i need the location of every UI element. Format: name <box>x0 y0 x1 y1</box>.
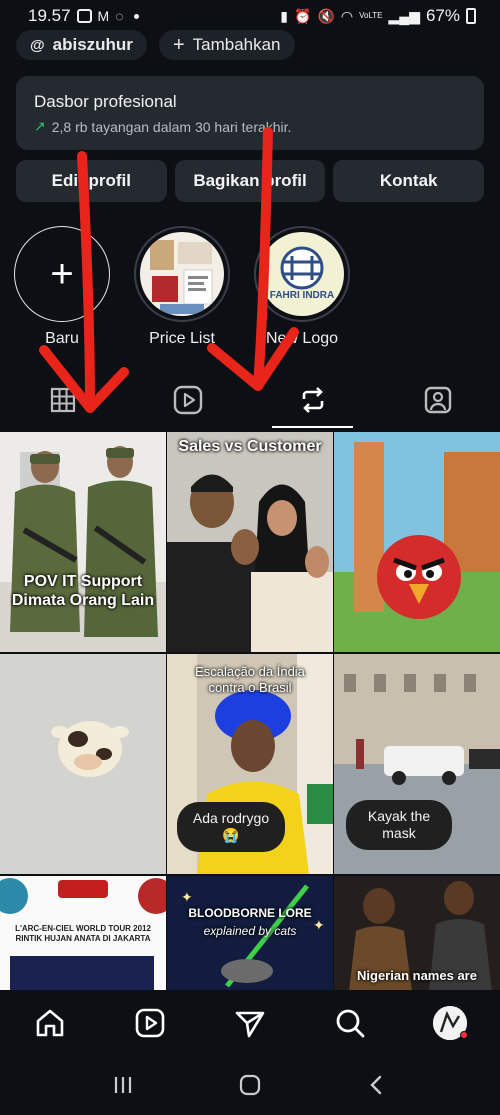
system-navigation <box>0 1054 500 1115</box>
tab-grid[interactable] <box>0 372 125 428</box>
wifi-icon: ◠ <box>340 7 354 24</box>
plus-icon: + <box>50 252 74 296</box>
new-logo-thumbnail: FAHRI INDRA <box>260 232 344 316</box>
highlight-ring <box>134 226 230 322</box>
plus-icon: + <box>172 33 185 56</box>
contact-button[interactable]: Kontak <box>333 160 485 202</box>
post-reply-bubble: Ada rodrygo 😭 <box>177 802 285 852</box>
dashboard-subtitle-row: ↗ 2,8 rb tayangan dalam 30 hari terakhir… <box>34 118 466 135</box>
bottom-nav <box>0 992 500 1054</box>
more-notifications-icon <box>133 13 139 19</box>
highlight-price-list[interactable]: Price List <box>134 226 230 348</box>
volte-label: VoLTE <box>359 11 383 20</box>
post-reply-bubble: Kayak the mask <box>346 800 452 850</box>
post-thumbnail[interactable]: Escalação da Índia contra o Brasil Ada r… <box>167 654 333 874</box>
dashboard-subtitle: 2,8 rb tayangan dalam 30 hari terakhir. <box>51 118 292 135</box>
tab-tagged[interactable] <box>375 372 500 428</box>
gallery-icon <box>76 9 92 23</box>
post-thumbnail[interactable]: POV IT Support Dimata Orang Lain <box>0 432 166 652</box>
status-time: 19.57 <box>28 6 71 25</box>
highlight-new[interactable]: + Baru <box>14 226 110 348</box>
battery-icon <box>466 8 476 24</box>
post-caption: Escalação da Índia contra o Brasil <box>195 664 305 695</box>
home-icon <box>36 1009 64 1037</box>
post-thumbnail[interactable]: Sales vs Customer <box>167 432 333 652</box>
nav-search[interactable] <box>330 1003 370 1043</box>
nav-messages[interactable] <box>230 1003 270 1043</box>
add-link-label: Tambahkan <box>192 35 281 54</box>
post-caption: POV IT Support Dimata Orang Lain <box>11 573 155 610</box>
signal-icon: ▂▄▆ <box>388 7 420 24</box>
post-thumbnail[interactable]: ✦ ✦ BLOODBORNE LORE explained by cats <box>167 876 333 990</box>
reels-icon <box>173 385 202 415</box>
highlight-ring: FAHRI INDRA <box>254 226 350 322</box>
highlight-new-logo[interactable]: FAHRI INDRA New Logo <box>254 226 350 348</box>
alarm-icon: ⏰ <box>294 7 312 24</box>
svg-text:✦: ✦ <box>181 889 193 905</box>
highlight-label: Price List <box>149 330 215 347</box>
back-icon[interactable] <box>365 1073 389 1097</box>
post-thumbnail[interactable]: L'ARC-EN-CIEL WORLD TOUR 2012 RINTIK HUJ… <box>0 876 166 990</box>
nav-profile[interactable] <box>430 1003 470 1043</box>
highlight-label: Baru <box>45 330 79 347</box>
username-label: abiszuhur <box>52 35 133 54</box>
recent-apps-icon[interactable] <box>111 1073 135 1097</box>
battery-saver-icon: ▮ <box>280 7 288 24</box>
search-icon <box>336 1009 365 1038</box>
tab-reels[interactable] <box>125 372 250 428</box>
post-thumbnail[interactable]: Kayak the mask <box>334 654 500 874</box>
profile-chips: @ abiszuhur + Tambahkan <box>16 30 295 60</box>
reposts-grid: POV IT Support Dimata Orang Lain Sales v… <box>0 432 500 990</box>
gmail-icon: M <box>97 8 110 24</box>
notification-dot <box>460 1031 468 1039</box>
add-link-chip[interactable]: + Tambahkan <box>158 30 295 60</box>
logo-text: FAHRI INDRA <box>269 290 335 301</box>
home-button-icon[interactable] <box>237 1072 263 1098</box>
status-bar: 19.57 M ◌ ▮ ⏰ 🔇 ◠ VoLTE ▂▄▆ 67% <box>0 0 500 32</box>
professional-dashboard[interactable]: Dasbor profesional ↗ 2,8 rb tayangan dal… <box>16 76 484 150</box>
highlight-label: New Logo <box>265 330 339 347</box>
story-highlights: + Baru Price List FAHRI INDRA New Logo <box>14 226 350 348</box>
post-thumbnail[interactable] <box>334 432 500 652</box>
whatsapp-icon: ◌ <box>115 8 124 24</box>
reels-icon <box>135 1008 165 1038</box>
nav-home[interactable] <box>30 1003 70 1043</box>
tab-reposts[interactable] <box>250 372 375 428</box>
profile-tabs <box>0 372 500 428</box>
grid-icon <box>50 387 75 413</box>
dashboard-title: Dasbor profesional <box>34 92 177 111</box>
profile-actions: Edit profil Bagikan profil Kontak <box>16 160 485 202</box>
post-thumbnail[interactable]: Nigerian names are <box>334 876 500 990</box>
send-icon <box>235 1011 265 1038</box>
trend-up-icon: ↗ <box>34 118 46 134</box>
edit-profile-button[interactable]: Edit profil <box>16 160 167 202</box>
threads-username-chip[interactable]: @ abiszuhur <box>16 30 147 60</box>
price-list-thumbnail <box>140 232 224 316</box>
post-caption: BLOODBORNE LORE <box>188 906 312 920</box>
repost-icon <box>302 387 323 413</box>
new-highlight-ring: + <box>14 226 110 322</box>
post-thumbnail[interactable] <box>0 654 166 874</box>
share-profile-button[interactable]: Bagikan profil <box>174 160 326 202</box>
post-subcaption: explained by cats <box>203 924 297 938</box>
battery-percent: 67% <box>425 6 460 25</box>
nav-reels[interactable] <box>130 1003 170 1043</box>
post-caption: Sales vs Customer <box>178 438 322 455</box>
post-caption: Nigerian names are <box>357 968 477 983</box>
threads-icon: @ <box>30 36 45 54</box>
post-caption: L'ARC-EN-CIEL WORLD TOUR 2012 RINTIK HUJ… <box>15 924 151 944</box>
mute-icon: 🔇 <box>317 7 335 24</box>
tagged-icon <box>424 386 451 414</box>
